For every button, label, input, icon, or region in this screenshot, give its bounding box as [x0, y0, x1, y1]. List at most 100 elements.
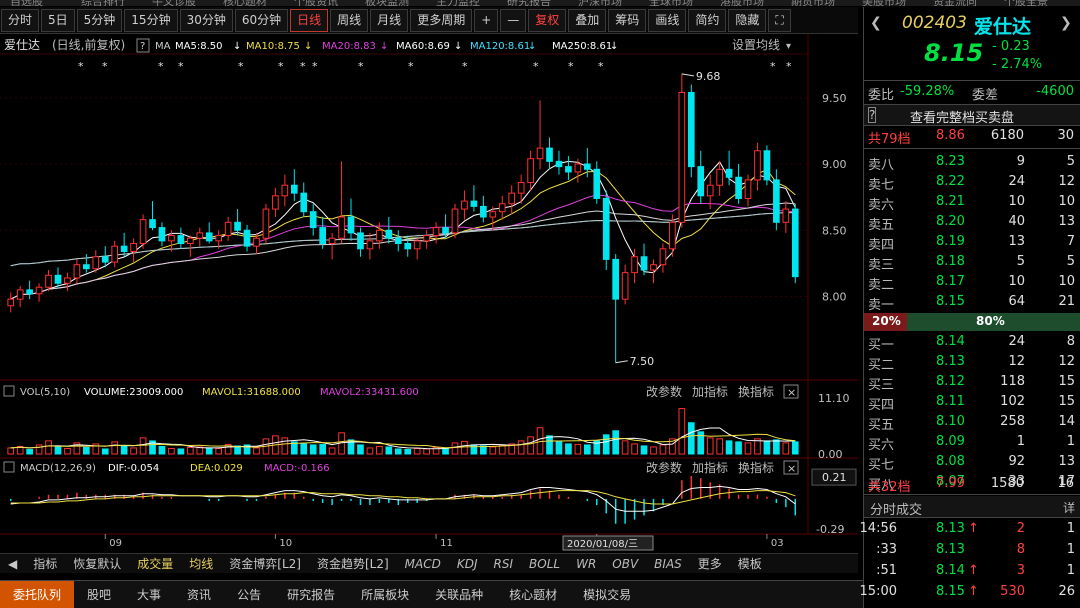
buy-level-row[interactable]: 买四 8.11 102 15	[864, 393, 1080, 413]
sell-level-row[interactable]: 卖五 8.20 40 13	[864, 213, 1080, 233]
level-label: 买一	[868, 338, 895, 353]
top-menu-item[interactable]: 资金流向	[933, 0, 977, 6]
sell-level-row[interactable]: 卖二 8.17 10 10	[864, 273, 1080, 293]
sell-level-row[interactable]: 卖一 8.15 64 21	[864, 293, 1080, 313]
indicator-tab-0[interactable]: 指标	[25, 555, 65, 572]
top-menu-item[interactable]: 个股资讯	[294, 0, 338, 6]
top-menu-item[interactable]: 板块监测	[365, 0, 409, 6]
top-menu-item[interactable]: 沪深市场	[578, 0, 622, 6]
toolbar-btn-1[interactable]: 5日	[41, 8, 75, 32]
bottom-tab-4[interactable]: 公告	[224, 581, 274, 608]
event-marker-icon[interactable]: *	[158, 60, 164, 73]
full-orderbook-button[interactable]: ? 查看完整档买卖盘	[864, 104, 1080, 126]
top-menu-item[interactable]: 综合排行	[81, 0, 125, 6]
top-menu-item[interactable]: 牛叉诊股	[152, 0, 196, 6]
event-marker-icon[interactable]: *	[598, 60, 604, 73]
event-marker-icon[interactable]: *	[462, 60, 468, 73]
indicator-tab-13[interactable]: 更多	[690, 555, 730, 572]
event-marker-icon[interactable]: *	[408, 60, 414, 73]
buy-level-row[interactable]: 买五 8.10 258 14	[864, 413, 1080, 433]
indicator-tab-14[interactable]: 模板	[730, 555, 770, 572]
scroll-left-icon[interactable]: ◀	[0, 557, 25, 571]
toolbar-btn-0[interactable]: 分时	[1, 8, 40, 32]
buy-level-row[interactable]: 买三 8.12 118 15	[864, 373, 1080, 393]
indicator-tab-6[interactable]: MACD	[397, 557, 449, 571]
event-marker-icon[interactable]: *	[238, 60, 244, 73]
toolbar-btn-12[interactable]: 复权	[528, 8, 567, 32]
bottom-tab-6[interactable]: 所属板块	[348, 581, 422, 608]
toolbar-btn-3[interactable]: 15分钟	[124, 8, 178, 32]
bottom-tab-0[interactable]: 委托队列	[0, 580, 75, 608]
candle-body	[555, 160, 563, 168]
indicator-tab-12[interactable]: BIAS	[646, 557, 690, 571]
indicator-tab-11[interactable]: OBV	[604, 557, 646, 571]
top-menu-item[interactable]: 主力监控	[436, 0, 480, 6]
volume-bar	[583, 444, 591, 455]
indicator-tab-10[interactable]: WR	[568, 557, 604, 571]
toolbar-btn-9[interactable]: 更多周期	[410, 8, 473, 32]
toolbar-btn-6[interactable]: 日线	[290, 8, 329, 32]
toolbar-btn-5[interactable]: 60分钟	[234, 8, 289, 32]
indicator-tab-5[interactable]: 资金趋势[L2]	[309, 555, 397, 572]
sell-level-row[interactable]: 卖六 8.21 10 10	[864, 193, 1080, 213]
top-menu-item[interactable]: 个股全景	[1004, 0, 1048, 6]
indicator-tab-3[interactable]: 均线	[181, 555, 221, 572]
volume-bar	[168, 447, 175, 455]
event-marker-icon[interactable]: *	[770, 60, 776, 73]
sell-level-row[interactable]: 卖八 8.23 9 5	[864, 153, 1080, 173]
toolbar-btn-8[interactable]: 月线	[370, 8, 409, 32]
bottom-tab-1[interactable]: 股吧	[74, 581, 124, 608]
event-marker-icon[interactable]: *	[78, 60, 84, 73]
event-marker-icon[interactable]: *	[533, 60, 539, 73]
indicator-tab-2[interactable]: 成交量	[129, 555, 181, 572]
bottom-tab-9[interactable]: 模拟交易	[570, 581, 644, 608]
event-marker-icon[interactable]: *	[312, 60, 318, 73]
toolbar-btn-10[interactable]: +	[474, 8, 499, 32]
buy-level-row[interactable]: 买一 8.14 24 8	[864, 333, 1080, 353]
bottom-tab-7[interactable]: 关联品种	[422, 581, 496, 608]
kline-chart[interactable]: 9.50 9.00 8.50 8.00 11.10 0.00 0.21 -0.29 09 10 11…	[0, 34, 858, 552]
indicator-tab-8[interactable]: RSI	[486, 557, 522, 571]
top-menu-item[interactable]: 美股市场	[862, 0, 906, 6]
event-marker-icon[interactable]: *	[300, 60, 306, 73]
bottom-tab-8[interactable]: 核心题材	[496, 581, 570, 608]
event-marker-icon[interactable]: *	[178, 60, 184, 73]
buy-level-row[interactable]: 买七 8.08 92 13	[864, 453, 1080, 473]
toolbar-btn-11[interactable]: —	[500, 8, 527, 32]
event-marker-icon[interactable]: *	[568, 60, 574, 73]
top-menu-item[interactable]: 港股市场	[720, 0, 764, 6]
indicator-tab-4[interactable]: 资金博弈[L2]	[221, 555, 309, 572]
event-marker-icon[interactable]: *	[278, 60, 284, 73]
indicator-tab-9[interactable]: BOLL	[521, 557, 568, 571]
toolbar-btn-13[interactable]: 叠加	[568, 8, 607, 32]
toolbar-btn-14[interactable]: 筹码	[608, 8, 647, 32]
indicator-tab-7[interactable]: KDJ	[449, 557, 486, 571]
bottom-tab-2[interactable]: 大事	[124, 581, 174, 608]
event-marker-icon[interactable]: *	[358, 60, 364, 73]
buy-level-row[interactable]: 买六 8.09 1 1	[864, 433, 1080, 453]
toolbar-btn-2[interactable]: 5分钟	[76, 8, 123, 32]
next-stock-icon[interactable]: ❯	[1060, 15, 1072, 31]
top-menu-item[interactable]: 自选股	[10, 0, 43, 6]
event-marker-icon[interactable]: *	[786, 60, 792, 73]
toolbar-btn-4[interactable]: 30分钟	[179, 8, 233, 32]
bottom-tab-5[interactable]: 研究报告	[274, 581, 348, 608]
bottom-tab-3[interactable]: 资讯	[174, 581, 224, 608]
sell-level-row[interactable]: 卖四 8.19 13 7	[864, 233, 1080, 253]
toolbar-btn-15[interactable]: 画线	[648, 8, 687, 32]
top-menu-item[interactable]: 核心题材	[223, 0, 267, 6]
toolbar-btn-7[interactable]: 周线	[330, 8, 369, 32]
toolbar-btn-16[interactable]: 简约	[688, 8, 727, 32]
top-menu-item[interactable]: 全球市场	[649, 0, 693, 6]
ticks-detail-button[interactable]: 详	[1063, 499, 1075, 516]
sell-level-row[interactable]: 卖三 8.18 5 5	[864, 253, 1080, 273]
top-menu-item[interactable]: 期货市场	[791, 0, 835, 6]
toolbar-btn-17[interactable]: 隐藏	[728, 8, 767, 32]
top-menu-item[interactable]: 研究报告	[507, 0, 551, 6]
sell-level-row[interactable]: 卖七 8.22 24 12	[864, 173, 1080, 193]
buy-level-row[interactable]: 买二 8.13 12 12	[864, 353, 1080, 373]
indicator-tab-1[interactable]: 恢复默认	[65, 555, 129, 572]
fullscreen-icon[interactable]: ⛶	[768, 8, 791, 32]
event-marker-icon[interactable]: *	[102, 60, 108, 73]
prev-stock-icon[interactable]: ❮	[870, 15, 882, 31]
